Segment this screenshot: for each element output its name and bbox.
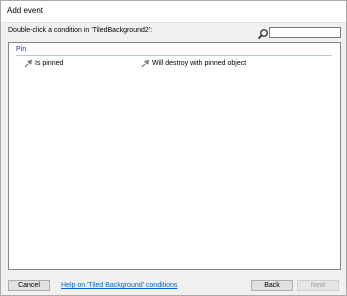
back-button[interactable]: Back [251,280,293,291]
window-title: Add event [7,6,44,15]
pin-icon [24,59,33,67]
add-event-dialog: Add event Double-click a condition in 'T… [0,0,347,296]
condition-label: Is pinned [35,59,64,67]
pin-icon [141,59,150,67]
condition-list[interactable]: Pin Is pinned Will destroy with pinned o… [8,42,341,270]
group-divider [16,55,332,56]
condition-prompt: Double-click a condition in 'TiledBackgr… [8,27,153,34]
search-icon [257,29,268,40]
cancel-button[interactable]: Cancel [8,280,50,291]
condition-is-pinned[interactable]: Is pinned [24,58,63,68]
next-button[interactable]: Next [297,280,339,291]
help-link[interactable]: Help on 'Tiled Background' conditions [61,282,177,289]
search-input[interactable] [269,27,341,38]
group-header-pin: Pin [16,46,27,53]
title-bar: Add event [1,1,346,23]
condition-will-destroy-with-pinned[interactable]: Will destroy with pinned object [141,58,246,68]
condition-label: Will destroy with pinned object [152,59,247,67]
